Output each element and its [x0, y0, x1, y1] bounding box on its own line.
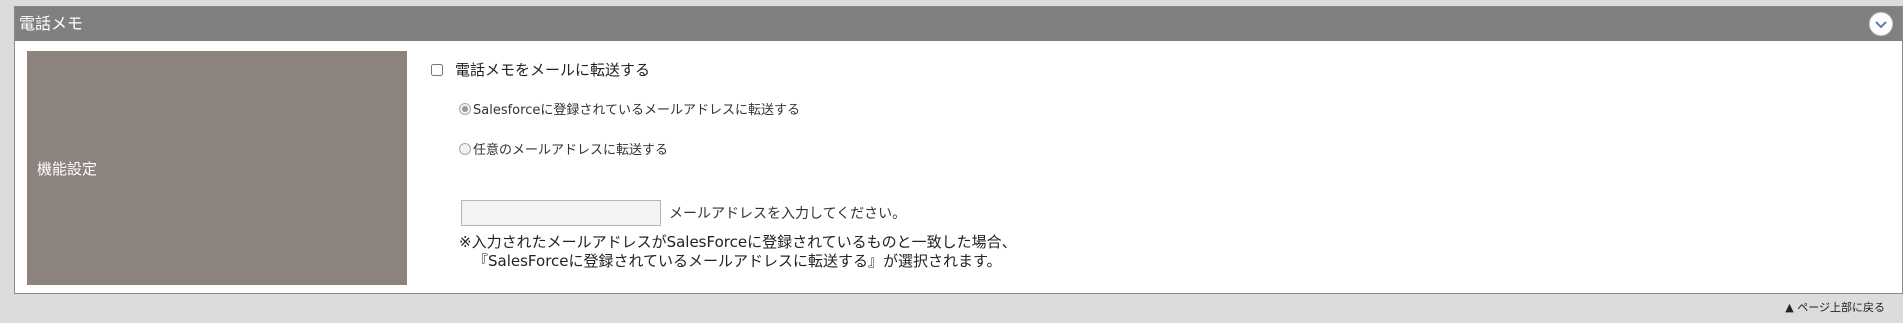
collapse-button[interactable] [1869, 12, 1893, 36]
radio-option-salesforce[interactable]: Salesforceに登録されているメールアドレスに転送する [459, 99, 800, 118]
panel-header: 電話メモ [15, 7, 1902, 41]
forward-checkbox-row: 電話メモをメールに転送する [431, 59, 650, 80]
radio-salesforce[interactable] [459, 102, 471, 115]
note-line: ※入力されたメールアドレスがSalesForceに登録されているものと一致した場… [459, 233, 1017, 251]
radio-option-custom[interactable]: 任意のメールアドレスに転送する [459, 139, 668, 158]
forward-checkbox[interactable] [431, 63, 443, 76]
email-row: メールアドレスを入力してください。 [461, 200, 906, 226]
forward-checkbox-label: 電話メモをメールに転送する [455, 61, 651, 79]
email-hint: メールアドレスを入力してください。 [669, 206, 907, 222]
radio-custom-label: 任意のメールアドレスに転送する [473, 143, 669, 158]
phone-memo-panel: 電話メモ 機能設定 電話メモをメールに転送する Salesforceに登録されて… [14, 6, 1903, 294]
chevron-down-icon [1875, 21, 1887, 29]
setting-label-cell: 機能設定 [27, 51, 407, 285]
panel-title: 電話メモ [19, 14, 84, 33]
back-to-top-link[interactable]: ▲ ページ上部に戻る [1785, 299, 1885, 315]
note-text: ※入力されたメールアドレスがSalesForceに登録されているものと一致した場… [459, 233, 1017, 271]
note-line: 『SalesForceに登録されているメールアドレスに転送する』が選択されます。 [473, 252, 1002, 270]
email-input[interactable] [461, 200, 661, 226]
radio-custom[interactable] [459, 142, 471, 155]
setting-label: 機能設定 [37, 159, 98, 178]
radio-salesforce-label: Salesforceに登録されているメールアドレスに転送する [473, 103, 800, 118]
